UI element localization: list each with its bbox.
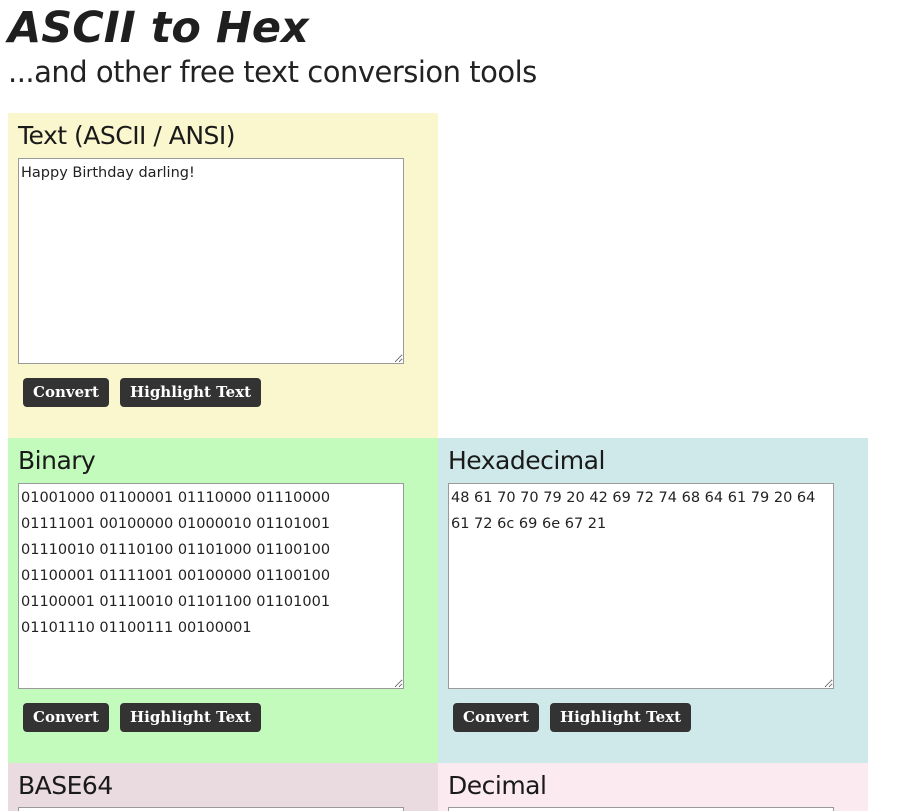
hex-panel-buttons: Convert Highlight Text: [453, 703, 692, 732]
text-input[interactable]: Happy Birthday darling!: [18, 158, 404, 364]
base64-input[interactable]: [18, 807, 404, 811]
page: ASCII to Hex ...and other free text conv…: [0, 0, 897, 811]
hex-input[interactable]: 48 61 70 70 79 20 42 69 72 74 68 64 61 7…: [448, 483, 834, 689]
text-highlight-button[interactable]: Highlight Text: [119, 378, 262, 407]
hex-convert-button[interactable]: Convert: [453, 703, 539, 732]
text-panel-title: Text (ASCII / ANSI): [18, 121, 236, 150]
base64-panel: BASE64: [8, 763, 438, 811]
text-convert-button[interactable]: Convert: [23, 378, 109, 407]
hex-panel-title: Hexadecimal: [448, 446, 605, 475]
binary-input[interactable]: 01001000 01100001 01110000 01110000 0111…: [18, 483, 404, 689]
base64-panel-title: BASE64: [18, 771, 113, 800]
decimal-panel: Decimal: [438, 763, 868, 811]
decimal-panel-title: Decimal: [448, 771, 547, 800]
hex-panel: Hexadecimal 48 61 70 70 79 20 42 69 72 7…: [438, 438, 868, 763]
binary-panel: Binary 01001000 01100001 01110000 011100…: [8, 438, 438, 763]
binary-convert-button[interactable]: Convert: [23, 703, 109, 732]
text-panel-buttons: Convert Highlight Text: [23, 378, 262, 407]
site-logo[interactable]: ASCII to Hex: [8, 4, 309, 52]
binary-highlight-button[interactable]: Highlight Text: [119, 703, 262, 732]
site-tagline: ...and other free text conversion tools: [8, 55, 537, 89]
decimal-input[interactable]: [448, 807, 834, 811]
text-panel: Text (ASCII / ANSI) Happy Birthday darli…: [8, 113, 438, 443]
hex-highlight-button[interactable]: Highlight Text: [549, 703, 692, 732]
binary-panel-buttons: Convert Highlight Text: [23, 703, 262, 732]
binary-panel-title: Binary: [18, 446, 96, 475]
